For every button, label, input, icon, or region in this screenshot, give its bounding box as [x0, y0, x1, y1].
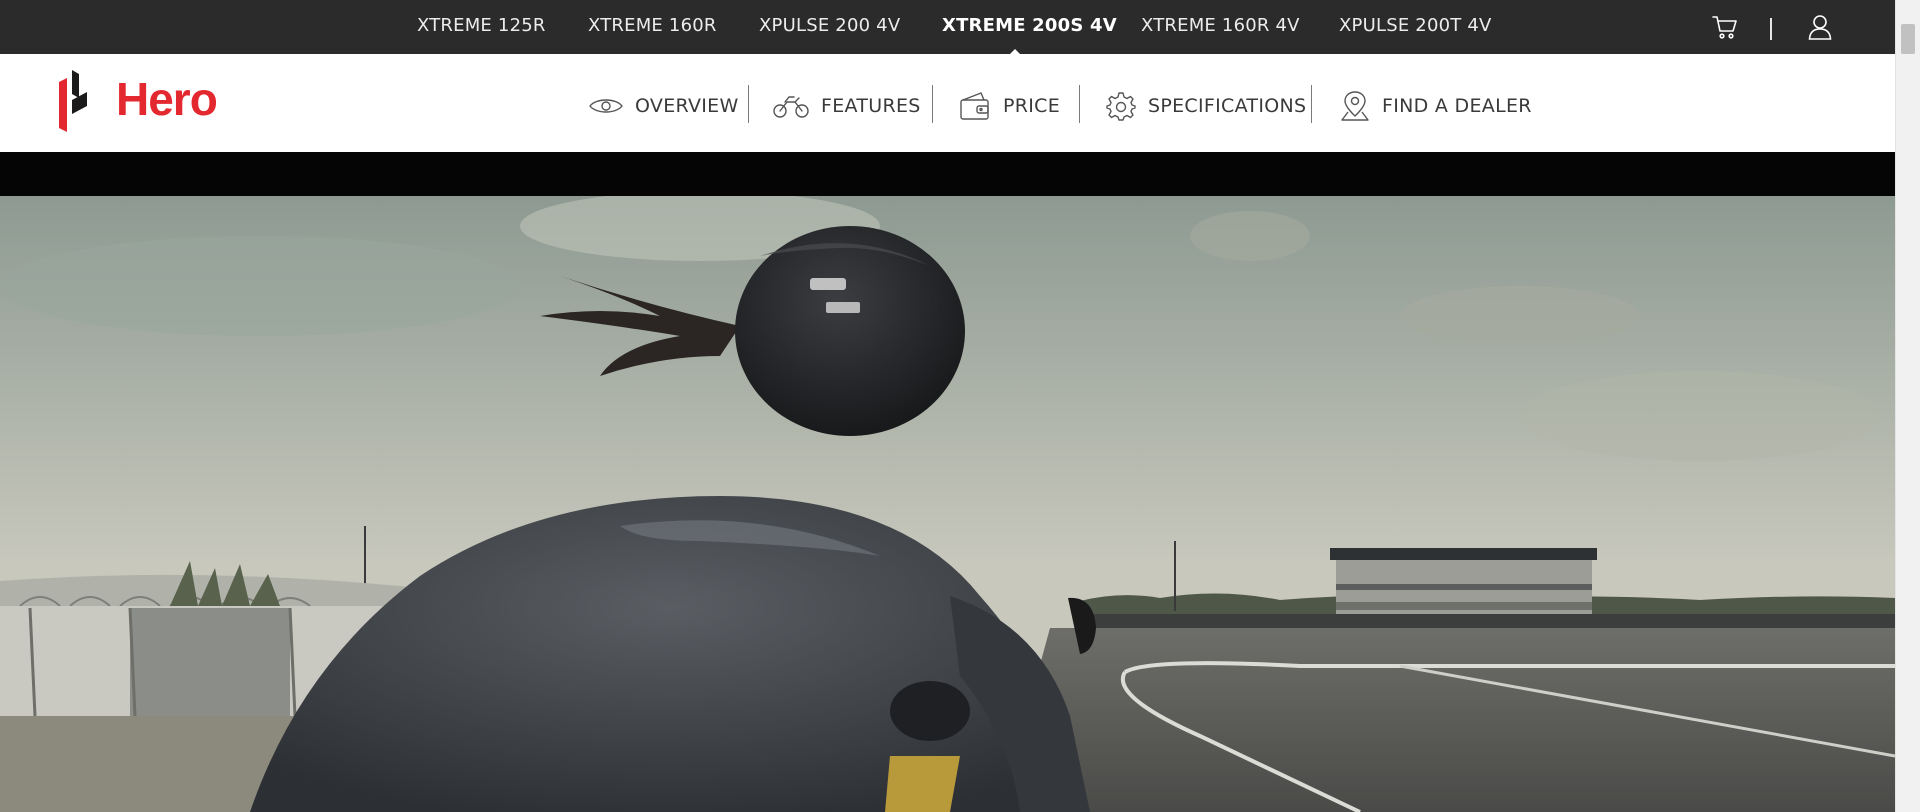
nav-overview-label: OVERVIEW	[635, 95, 739, 117]
nav-separator	[1311, 85, 1312, 123]
nav-features-label: FEATURES	[821, 95, 921, 117]
logo-text: Hero	[116, 73, 218, 125]
scrollbar-thumb[interactable]	[1901, 24, 1915, 54]
page-scrollbar[interactable]	[1895, 0, 1920, 812]
cart-icon[interactable]	[1712, 14, 1738, 44]
nav-features[interactable]: FEATURES	[773, 86, 921, 126]
model-xtreme-160r[interactable]: XTREME 160R	[588, 15, 717, 36]
nav-separator	[748, 85, 749, 123]
nav-overview[interactable]: OVERVIEW	[589, 86, 739, 126]
nav-price[interactable]: PRICE	[959, 86, 1060, 126]
nav-find-dealer[interactable]: FIND A DEALER	[1340, 86, 1532, 126]
nav-specifications-label: SPECIFICATIONS	[1148, 95, 1307, 117]
user-icon[interactable]	[1808, 14, 1832, 44]
nav-price-label: PRICE	[1003, 95, 1061, 117]
hero-video[interactable]	[0, 196, 1895, 812]
motorcycle-icon	[773, 96, 809, 118]
wallet-icon	[960, 92, 989, 120]
nav-specifications[interactable]: SPECIFICATIONS	[1106, 86, 1306, 126]
model-xpulse-200-4v[interactable]: XPULSE 200 4V	[759, 15, 900, 36]
gear-icon	[1106, 92, 1136, 121]
eye-icon	[589, 99, 623, 113]
hero-top-strip	[0, 152, 1895, 196]
main-header: Hero OVERVIEW FEATURES PRICE SPECIFICATI…	[0, 54, 1895, 152]
nav-find-dealer-label: FIND A DEALER	[1382, 95, 1532, 117]
model-xtreme-125r[interactable]: XTREME 125R	[417, 15, 546, 36]
model-list: XTREME 125R XTREME 160R XPULSE 200 4V XT…	[0, 0, 1895, 54]
nav-separator	[932, 85, 933, 123]
page: XTREME 125R XTREME 160R XPULSE 200 4V XT…	[0, 0, 1920, 812]
hero-logo[interactable]: Hero	[59, 70, 244, 132]
icon-divider	[1770, 18, 1772, 40]
location-pin-icon	[1341, 91, 1369, 121]
hero-emblem-icon	[59, 70, 87, 132]
model-xpulse-200t-4v[interactable]: XPULSE 200T 4V	[1339, 15, 1492, 36]
model-xtreme-200s-4v[interactable]: XTREME 200S 4V	[942, 15, 1117, 36]
nav-separator	[1079, 85, 1080, 123]
hero-video-frame	[0, 196, 1895, 812]
model-xtreme-160r-4v[interactable]: XTREME 160R 4V	[1141, 15, 1300, 36]
model-bar: XTREME 125R XTREME 160R XPULSE 200 4V XT…	[0, 0, 1895, 54]
